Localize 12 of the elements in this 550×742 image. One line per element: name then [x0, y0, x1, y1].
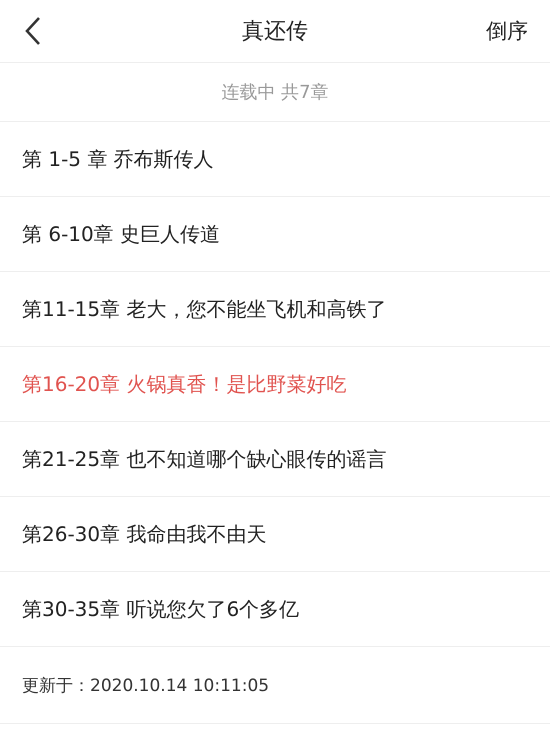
chapter-item[interactable]: 第16-20章 火锅真香！是比野菜好吃	[0, 347, 550, 422]
page-title: 真还传	[242, 18, 308, 46]
chapter-item[interactable]: 第 6-10章 史巨人传道	[0, 197, 550, 272]
chapter-item[interactable]: 第11-15章 老大，您不能坐飞机和高铁了	[0, 272, 550, 347]
chapter-item[interactable]: 第30-35章 听说您欠了6个多亿	[0, 572, 550, 647]
chapter-item[interactable]: 第26-30章 我命由我不由天	[0, 497, 550, 572]
chapter-item[interactable]: 第 1-5 章 乔布斯传人	[0, 122, 550, 197]
chapter-item[interactable]: 第21-25章 也不知道哪个缺心眼传的谣言	[0, 422, 550, 497]
back-icon[interactable]	[24, 16, 42, 46]
sort-button[interactable]: 倒序	[486, 17, 528, 45]
chapter-summary: 连载中 共7章	[0, 63, 550, 122]
update-time: 更新于：2020.10.14 10:11:05	[0, 647, 550, 724]
